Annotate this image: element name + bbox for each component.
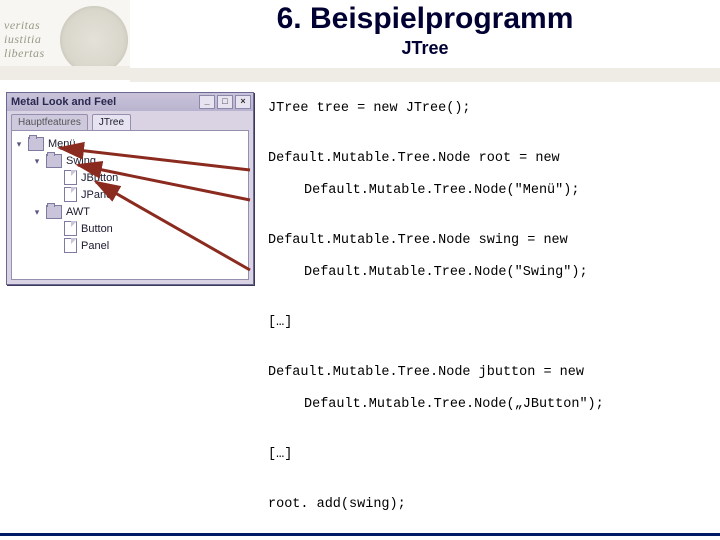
tree-label: JPanel bbox=[81, 189, 115, 201]
slide-title-block: 6. Beispielprogramm JTree bbox=[130, 0, 720, 59]
folder-icon bbox=[28, 137, 44, 151]
folder-icon bbox=[46, 154, 62, 168]
tree-node-leaf[interactable]: Panel bbox=[14, 237, 246, 254]
file-icon bbox=[64, 238, 77, 253]
file-icon bbox=[64, 221, 77, 236]
close-button[interactable]: × bbox=[235, 95, 251, 109]
slide-title: 6. Beispielprogramm bbox=[130, 2, 720, 36]
footer-rule bbox=[0, 533, 720, 536]
motto-line: libertas bbox=[4, 46, 64, 60]
code-ellipsis: […] bbox=[268, 446, 710, 464]
code-listing: JTree tree = new JTree(); Default.Mutabl… bbox=[268, 100, 710, 540]
tree-node-leaf[interactable]: JButton bbox=[14, 169, 246, 186]
code-ellipsis: […] bbox=[268, 314, 710, 332]
tree-node-leaf[interactable]: Button bbox=[14, 220, 246, 237]
code-line: Default.Mutable.Tree.Node jbutton = new bbox=[268, 364, 710, 382]
code-line: Default.Mutable.Tree.Node("Swing"); bbox=[268, 264, 710, 282]
motto-line: iustitia bbox=[4, 32, 64, 46]
tree-label: Menü bbox=[48, 138, 76, 150]
tab-jtree[interactable]: JTree bbox=[92, 114, 131, 130]
seal-icon bbox=[60, 6, 128, 74]
tree-label: AWT bbox=[66, 206, 90, 218]
tree-label: Swing bbox=[66, 155, 96, 167]
spacer bbox=[50, 241, 60, 251]
slide-subtitle: JTree bbox=[130, 38, 720, 59]
maximize-button[interactable]: □ bbox=[217, 95, 233, 109]
tree-node-leaf[interactable]: JPanel bbox=[14, 186, 246, 203]
file-icon bbox=[64, 170, 77, 185]
expander-icon[interactable]: ▾ bbox=[32, 207, 42, 217]
tree-label: JButton bbox=[81, 172, 118, 184]
header-bar bbox=[0, 66, 130, 80]
code-line: JTree tree = new JTree(); bbox=[268, 100, 710, 118]
minimize-button[interactable]: _ bbox=[199, 95, 215, 109]
tree-panel: ▾ Menü ▾ Swing JButton JPanel ▾ AWT But bbox=[11, 130, 249, 280]
demo-app-window: Metal Look and Feel _ □ × Hauptfeatures … bbox=[6, 92, 254, 285]
tab-hauptfeatures[interactable]: Hauptfeatures bbox=[11, 114, 88, 130]
code-line: root. add(swing); bbox=[268, 496, 710, 514]
spacer bbox=[50, 224, 60, 234]
window-titlebar: Metal Look and Feel _ □ × bbox=[7, 93, 253, 111]
tree-label: Panel bbox=[81, 240, 109, 252]
motto-line: veritas bbox=[4, 18, 64, 32]
window-title: Metal Look and Feel bbox=[11, 96, 116, 108]
spacer bbox=[50, 173, 60, 183]
tree-label: Button bbox=[81, 223, 113, 235]
tree-node-swing[interactable]: ▾ Swing bbox=[14, 152, 246, 169]
folder-icon bbox=[46, 205, 62, 219]
code-line: Default.Mutable.Tree.Node swing = new bbox=[268, 232, 710, 250]
header-bar bbox=[130, 66, 720, 82]
file-icon bbox=[64, 187, 77, 202]
code-line: Default.Mutable.Tree.Node root = new bbox=[268, 150, 710, 168]
window-tabs: Hauptfeatures JTree bbox=[7, 111, 253, 130]
code-line: Default.Mutable.Tree.Node("Menü"); bbox=[268, 182, 710, 200]
code-line: Default.Mutable.Tree.Node(„JButton"); bbox=[268, 396, 710, 414]
expander-icon[interactable]: ▾ bbox=[32, 156, 42, 166]
tree-node-root[interactable]: ▾ Menü bbox=[14, 135, 246, 152]
tree-node-awt[interactable]: ▾ AWT bbox=[14, 203, 246, 220]
spacer bbox=[50, 190, 60, 200]
expander-icon[interactable]: ▾ bbox=[14, 139, 24, 149]
university-motto: veritas iustitia libertas bbox=[4, 18, 64, 60]
